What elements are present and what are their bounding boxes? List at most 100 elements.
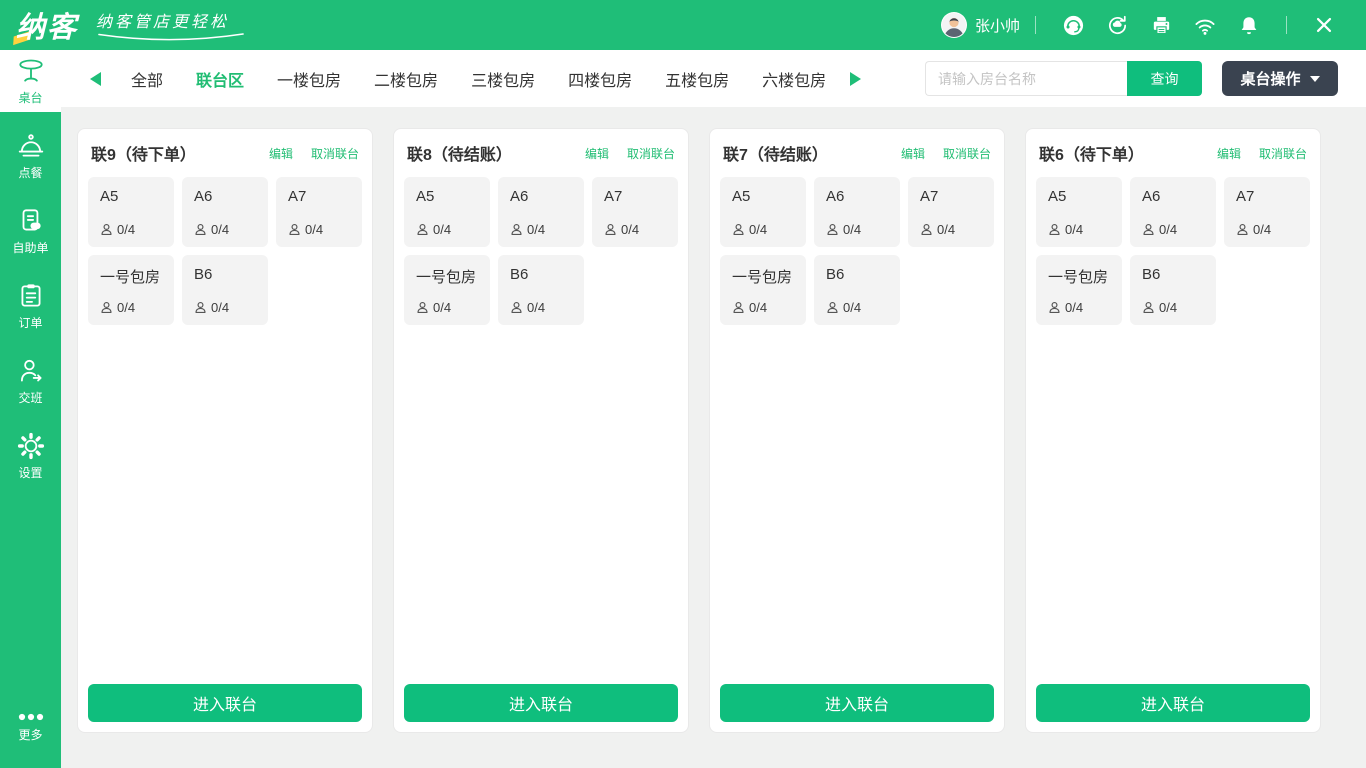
table-name: A5 bbox=[100, 188, 168, 205]
table-tile[interactable]: A7 0/4 bbox=[908, 177, 994, 247]
scroll-left-icon[interactable] bbox=[90, 72, 101, 86]
floor-tab[interactable]: 一楼包房 bbox=[277, 67, 341, 91]
table-tile[interactable]: B6 0/4 bbox=[814, 255, 900, 325]
person-icon bbox=[732, 301, 745, 314]
table-tile[interactable]: A6 0/4 bbox=[498, 177, 584, 247]
table-occupancy: 0/4 bbox=[100, 300, 168, 315]
link-group-card: 联9（待下单） 编辑 取消联台 A5 0/4 A6 0/4 A7 bbox=[77, 128, 373, 733]
search-input[interactable] bbox=[925, 61, 1127, 96]
search-button[interactable]: 查询 bbox=[1127, 61, 1202, 96]
floor-tab[interactable]: 五楼包房 bbox=[665, 67, 729, 91]
table-occupancy: 0/4 bbox=[826, 300, 894, 315]
sidebar-item-tables[interactable]: 桌台 bbox=[0, 50, 61, 112]
floor-tab[interactable]: 联台区 bbox=[196, 67, 244, 91]
table-name: 一号包房 bbox=[100, 266, 168, 287]
table-tile[interactable]: A6 0/4 bbox=[1130, 177, 1216, 247]
scroll-right-icon[interactable] bbox=[850, 72, 861, 86]
table-tile[interactable]: 一号包房 0/4 bbox=[1036, 255, 1122, 325]
table-ops-button[interactable]: 桌台操作 bbox=[1222, 61, 1338, 96]
edit-link[interactable]: 编辑 bbox=[1217, 145, 1241, 162]
card-header: 联8（待结账） 编辑 取消联台 bbox=[404, 129, 678, 177]
link-group-card: 联7（待结账） 编辑 取消联台 A5 0/4 A6 0/4 A7 bbox=[709, 128, 1005, 733]
table-tile[interactable]: A7 0/4 bbox=[592, 177, 678, 247]
table-tile[interactable]: A7 0/4 bbox=[1224, 177, 1310, 247]
table-tile[interactable]: A5 0/4 bbox=[88, 177, 174, 247]
slogan-underline bbox=[96, 33, 246, 42]
enter-link-group-button[interactable]: 进入联台 bbox=[404, 684, 678, 722]
edit-link[interactable]: 编辑 bbox=[269, 145, 293, 162]
sidebar-item-self-order[interactable]: 自助单 bbox=[0, 200, 61, 262]
cancel-link-group-link[interactable]: 取消联台 bbox=[1259, 145, 1307, 162]
table-name: B6 bbox=[826, 266, 894, 283]
edit-link[interactable]: 编辑 bbox=[585, 145, 609, 162]
sidebar-item-shift[interactable]: 交班 bbox=[0, 350, 61, 412]
sidebar-item-orders[interactable]: 订单 bbox=[0, 275, 61, 337]
table-tile[interactable]: 一号包房 0/4 bbox=[404, 255, 490, 325]
table-occupancy: 0/4 bbox=[288, 222, 356, 237]
table-tile[interactable]: 一号包房 0/4 bbox=[88, 255, 174, 325]
person-icon bbox=[288, 223, 301, 236]
table-tile[interactable]: 一号包房 0/4 bbox=[720, 255, 806, 325]
search-group: 查询 bbox=[925, 61, 1202, 96]
table-name: B6 bbox=[510, 266, 578, 283]
close-icon[interactable] bbox=[1312, 13, 1336, 37]
cancel-link-group-link[interactable]: 取消联台 bbox=[943, 145, 991, 162]
table-name: A6 bbox=[194, 188, 262, 205]
floor-tab[interactable]: 六楼包房 bbox=[762, 67, 826, 91]
table-tile[interactable]: A6 0/4 bbox=[182, 177, 268, 247]
enter-link-group-button[interactable]: 进入联台 bbox=[1036, 684, 1310, 722]
person-icon bbox=[416, 301, 429, 314]
sidebar-item-settings[interactable]: 设置 bbox=[0, 425, 61, 487]
bell-icon[interactable] bbox=[1237, 13, 1261, 37]
table-occupancy: 0/4 bbox=[604, 222, 672, 237]
table-tile[interactable]: A7 0/4 bbox=[276, 177, 362, 247]
wifi-icon[interactable] bbox=[1193, 13, 1217, 37]
table-tile[interactable]: B6 0/4 bbox=[182, 255, 268, 325]
cancel-link-group-link[interactable]: 取消联台 bbox=[627, 145, 675, 162]
table-tile[interactable]: B6 0/4 bbox=[1130, 255, 1216, 325]
table-name: A7 bbox=[288, 188, 356, 205]
person-icon bbox=[1048, 301, 1061, 314]
enter-link-group-button[interactable]: 进入联台 bbox=[88, 684, 362, 722]
sync-icon[interactable] bbox=[1105, 13, 1129, 37]
table-name: A6 bbox=[826, 188, 894, 205]
enter-link-group-button[interactable]: 进入联台 bbox=[720, 684, 994, 722]
table-name: A7 bbox=[604, 188, 672, 205]
table-grid: A5 0/4 A6 0/4 A7 0/4 一号包房 bbox=[1036, 177, 1310, 325]
table-tile[interactable]: A5 0/4 bbox=[404, 177, 490, 247]
person-icon bbox=[100, 301, 113, 314]
sidebar-item-more[interactable]: 更多 bbox=[0, 696, 61, 758]
user-account[interactable]: 张小帅 bbox=[941, 12, 1020, 38]
floor-tab[interactable]: 二楼包房 bbox=[374, 67, 438, 91]
support-icon[interactable] bbox=[1061, 13, 1085, 37]
table-tile[interactable]: B6 0/4 bbox=[498, 255, 584, 325]
cancel-link-group-link[interactable]: 取消联台 bbox=[311, 145, 359, 162]
shift-icon bbox=[16, 356, 46, 386]
table-tile[interactable]: A5 0/4 bbox=[720, 177, 806, 247]
card-header: 联6（待下单） 编辑 取消联台 bbox=[1036, 129, 1310, 177]
cards: 联9（待下单） 编辑 取消联台 A5 0/4 A6 0/4 A7 bbox=[61, 107, 1366, 733]
edit-link[interactable]: 编辑 bbox=[901, 145, 925, 162]
table-occupancy: 0/4 bbox=[1048, 300, 1116, 315]
table-occupancy: 0/4 bbox=[1142, 300, 1210, 315]
table-occupancy: 0/4 bbox=[194, 222, 262, 237]
sidebar-item-order[interactable]: 点餐 bbox=[0, 125, 61, 187]
table-name: 一号包房 bbox=[1048, 266, 1116, 287]
floor-tab[interactable]: 四楼包房 bbox=[568, 67, 632, 91]
table-name: A7 bbox=[920, 188, 988, 205]
person-icon bbox=[1142, 223, 1155, 236]
self-order-icon bbox=[16, 206, 46, 236]
floor-tab[interactable]: 全部 bbox=[131, 67, 163, 91]
floor-tab[interactable]: 三楼包房 bbox=[471, 67, 535, 91]
card-header: 联7（待结账） 编辑 取消联台 bbox=[720, 129, 994, 177]
table-tile[interactable]: A5 0/4 bbox=[1036, 177, 1122, 247]
table-occupancy: 0/4 bbox=[1142, 222, 1210, 237]
person-icon bbox=[510, 223, 523, 236]
printer-icon[interactable] bbox=[1149, 13, 1173, 37]
table-occupancy: 0/4 bbox=[194, 300, 262, 315]
table-name: A5 bbox=[732, 188, 800, 205]
table-tile[interactable]: A6 0/4 bbox=[814, 177, 900, 247]
table-occupancy: 0/4 bbox=[920, 222, 988, 237]
table-icon bbox=[16, 56, 46, 86]
link-group-card: 联8（待结账） 编辑 取消联台 A5 0/4 A6 0/4 A7 bbox=[393, 128, 689, 733]
